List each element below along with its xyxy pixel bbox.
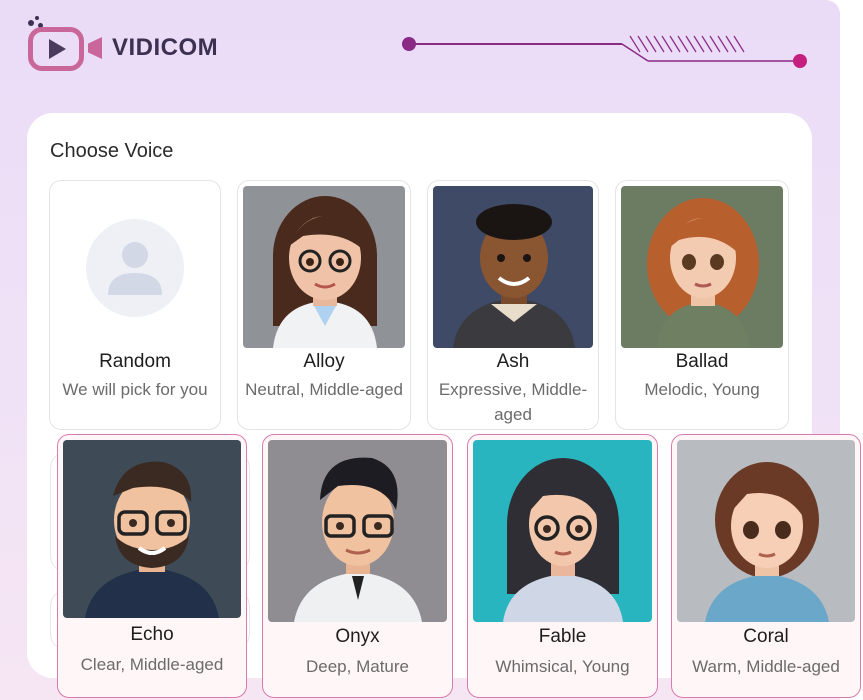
- voice-name: Coral: [743, 626, 789, 647]
- card-title: Choose Voice: [50, 140, 174, 162]
- voice-name: Onyx: [335, 626, 380, 647]
- voice-photo: [677, 440, 855, 622]
- voice-tile-alloy[interactable]: Alloy Neutral, Middle-aged: [237, 180, 411, 430]
- voice-tile-ash[interactable]: Ash Expressive, Middle-aged: [427, 180, 599, 430]
- voice-desc: Deep, Mature: [306, 657, 409, 676]
- voice-photo: [621, 186, 783, 348]
- voice-tile-fable[interactable]: Fable Whimsical, Young: [467, 434, 658, 698]
- voice-tile-echo[interactable]: Echo Clear, Middle-aged: [57, 434, 247, 698]
- voice-desc: Melodic, Young: [644, 380, 760, 399]
- voice-desc: Neutral, Middle-aged: [245, 380, 403, 399]
- voice-desc: We will pick for you: [62, 380, 208, 399]
- voice-name: Ballad: [675, 351, 729, 372]
- voice-photo: [473, 440, 652, 622]
- voice-desc: Whimsical, Young: [495, 657, 630, 676]
- voice-desc: Clear, Middle-aged: [80, 655, 224, 674]
- voice-name: Random: [99, 351, 171, 372]
- voice-name: Fable: [538, 626, 587, 647]
- play-icon: [49, 39, 66, 59]
- user-placeholder-icon: [86, 219, 184, 317]
- voice-name: Echo: [130, 624, 174, 645]
- voice-tile-onyx[interactable]: Onyx Deep, Mature: [262, 434, 453, 698]
- voice-desc: Expressive, Middle-aged: [438, 380, 588, 424]
- voice-tile-coral[interactable]: Coral Warm, Middle-aged: [671, 434, 861, 698]
- voice-photo: [243, 186, 405, 348]
- voice-photo: [55, 186, 215, 348]
- voice-name: Alloy: [303, 351, 345, 372]
- brand-name: VIDICOM: [112, 34, 219, 61]
- voice-photo: [433, 186, 593, 348]
- voice-photo: [63, 440, 241, 618]
- voice-name: Ash: [496, 351, 530, 372]
- voice-photo: [268, 440, 447, 622]
- voice-tile-random[interactable]: Random We will pick for you: [49, 180, 221, 430]
- decorative-line: [402, 35, 807, 68]
- voice-desc: Warm, Middle-aged: [692, 657, 840, 676]
- voice-tile-ballad[interactable]: Ballad Melodic, Young: [615, 180, 789, 430]
